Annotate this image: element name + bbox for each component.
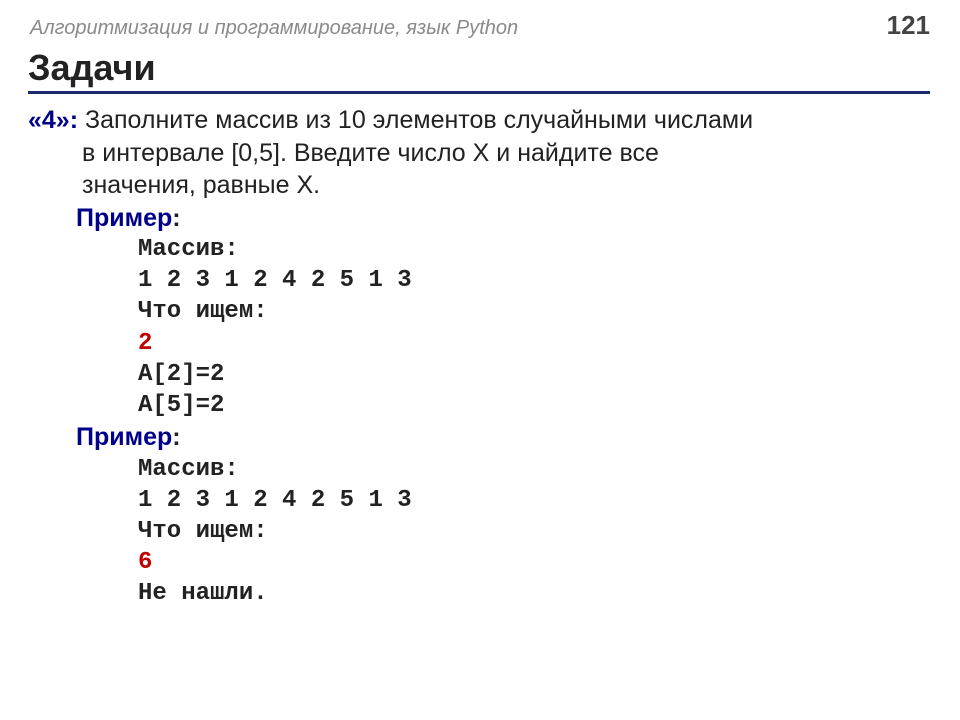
example1-l1: Массив: <box>138 234 930 265</box>
example2-l3: Что ищем: <box>138 516 930 547</box>
task-text-2: в интервале [0,5]. Введите число X и най… <box>82 137 930 170</box>
page-number: 121 <box>887 10 930 41</box>
example1-l4: 2 <box>138 328 930 359</box>
example2-l1: Массив: <box>138 454 930 485</box>
task-line-1: «4»: Заполните массив из 10 элементов сл… <box>28 104 930 137</box>
slide-content: «4»: Заполните массив из 10 элементов сл… <box>0 94 960 610</box>
example1-l6: A[5]=2 <box>138 390 930 421</box>
example2-label: Пример: <box>76 421 930 454</box>
example2-l5: Не нашли. <box>138 578 930 609</box>
example2-l2: 1 2 3 1 2 4 2 5 1 3 <box>138 485 930 516</box>
task-text-1: Заполните массив из 10 элементов случайн… <box>85 106 753 134</box>
example1-label: Пример: <box>76 202 930 235</box>
example2-l4: 6 <box>138 547 930 578</box>
task-label: «4»: <box>28 106 78 134</box>
example1-l3: Что ищем: <box>138 296 930 327</box>
example1-l2: 1 2 3 1 2 4 2 5 1 3 <box>138 265 930 296</box>
task-text-3: значения, равные X. <box>82 169 930 202</box>
example1-l5: A[2]=2 <box>138 359 930 390</box>
subject-text: Алгоритмизация и программирование, язык … <box>30 17 518 40</box>
slide-title: Задачи <box>28 47 930 94</box>
slide-header: Алгоритмизация и программирование, язык … <box>0 0 960 41</box>
